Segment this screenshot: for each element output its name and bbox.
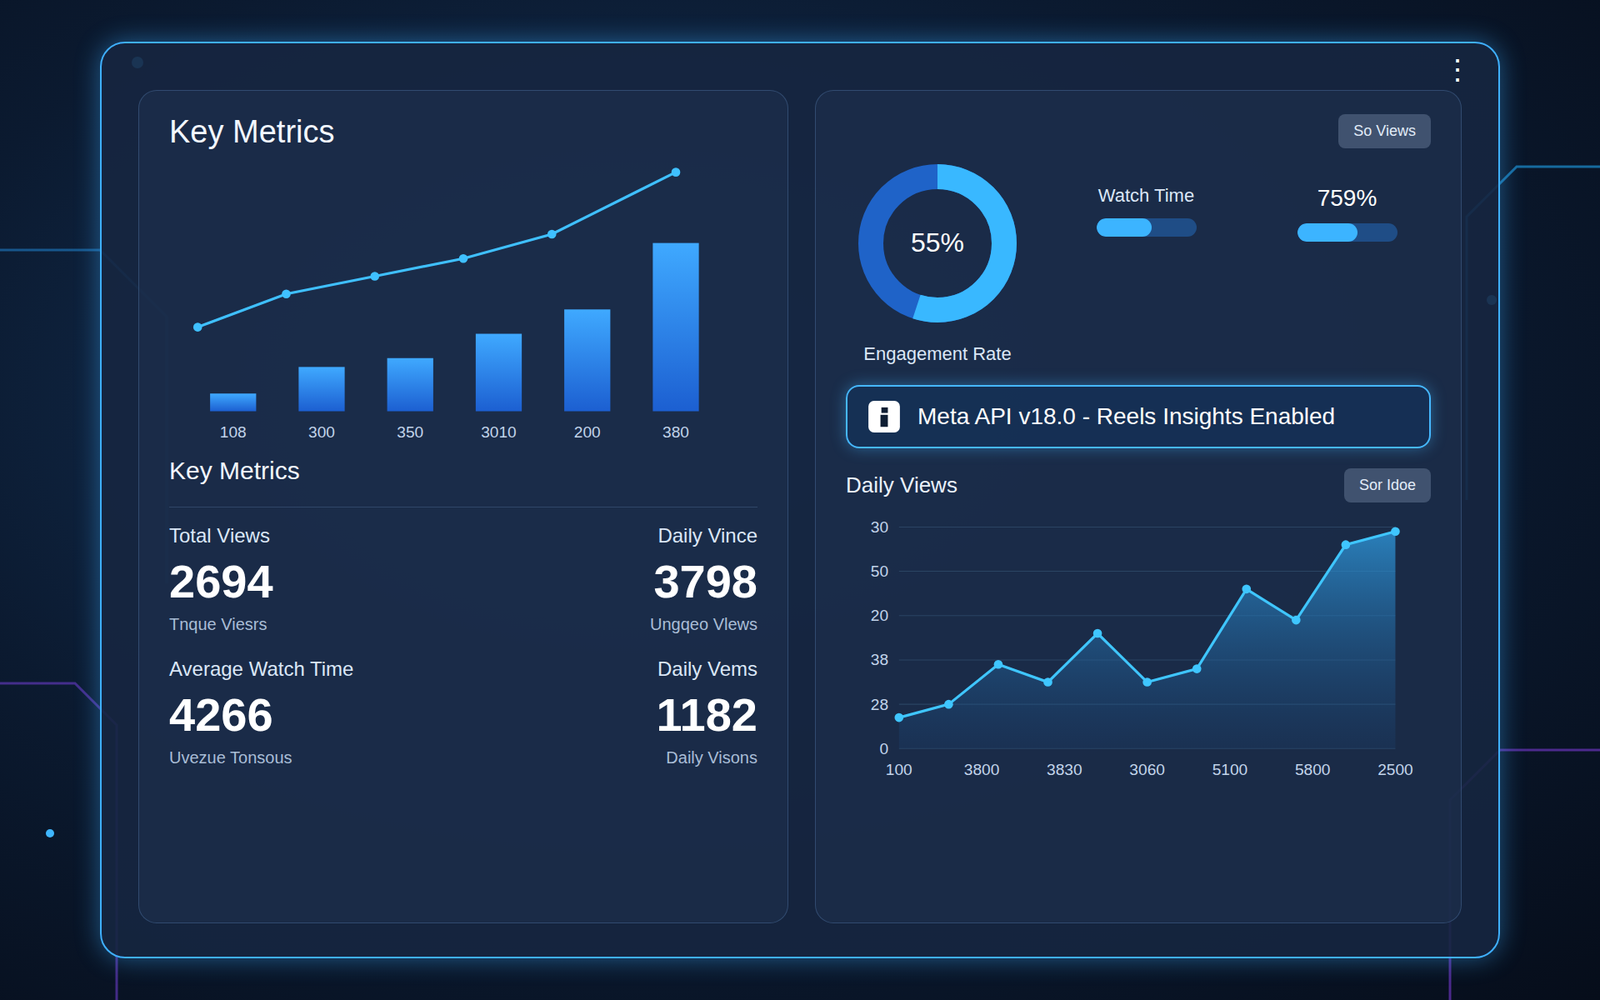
views-point [1093, 629, 1103, 639]
trend-line [197, 172, 676, 328]
metric-item: Daily Vince 3798 Ungqeo Vlews [473, 524, 758, 635]
stats-row: 55% Engagement Rate Watch Time 759% [845, 151, 1431, 365]
section-title: Key Metrics [169, 456, 758, 485]
y-axis-label: 30 [870, 518, 889, 536]
y-axis-label: 0 [879, 740, 889, 758]
percent-stat: 759% [1263, 151, 1431, 242]
chart-bar [387, 358, 434, 412]
engagement-donut: 55% [845, 151, 1030, 335]
trend-point [281, 289, 291, 299]
percent-value: 759% [1317, 185, 1378, 212]
trend-point [459, 254, 469, 264]
chart-bar [652, 243, 699, 412]
chart-bar [210, 393, 256, 411]
metric-label: Daily Vems [657, 657, 758, 681]
x-axis-label: 3800 [964, 760, 1000, 779]
y-axis-label: 28 [870, 695, 889, 714]
views-point [1241, 585, 1251, 595]
metric-label: Total Views [169, 524, 454, 548]
more-menu-button[interactable]: ⋮ [1436, 51, 1479, 87]
trend-point [370, 271, 380, 281]
metric-label: Average Watch Time [169, 657, 454, 681]
chart-bar [298, 366, 345, 411]
views-point [1142, 677, 1152, 687]
metric-label: Daily Vince [657, 524, 758, 548]
banner-text: Meta API v18.0 - Reels Insights Enabled [917, 403, 1335, 430]
watch-time-bar [1096, 218, 1197, 237]
metric-item: Total Views 2694 Tnque Viesrs [169, 524, 454, 635]
metric-value: 1182 [656, 687, 759, 742]
x-axis-label: 300 [308, 423, 335, 441]
dashboard-page: ⋮Key Metrics1083003503010200380Key Metri… [0, 0, 1600, 1000]
x-axis-label: 380 [662, 423, 690, 441]
daily-views-chart: 30 50 20 38 28 0 100 3800 3830 3060 5100 5800 2500 [845, 509, 1431, 785]
card-title: Key Metrics [169, 114, 758, 150]
trend-point [671, 167, 681, 177]
views-button[interactable]: So Views [1338, 114, 1431, 149]
metric-item: Average Watch Time 4266 Uvezue Tonsous [169, 657, 454, 768]
metric-caption: Ungqeo Vlews [650, 615, 758, 635]
views-point [895, 713, 905, 723]
watch-time-label: Watch Time [1098, 185, 1195, 207]
views-point [1291, 615, 1301, 625]
views-point [1043, 677, 1053, 687]
info-icon [867, 400, 901, 434]
trend-point [193, 322, 203, 332]
views-point [1341, 540, 1351, 550]
metric-item: Daily Vems 1182 Daily Visons [473, 657, 758, 768]
x-axis-label: 5100 [1212, 760, 1249, 779]
insights-card: So Views 55% Engagement Rate Watch Time 759%… [815, 90, 1462, 924]
metric-caption: Uvezue Tonsous [169, 748, 454, 768]
x-axis-label: 200 [574, 423, 601, 441]
key-metrics-card: Key Metrics 108 300 350 3010 200 380 Key Metric… [138, 90, 789, 924]
y-axis-label: 50 [870, 562, 889, 580]
views-point [944, 700, 954, 710]
x-axis-label: 2500 [1377, 760, 1414, 779]
daily-views-button[interactable]: Sor Idoe [1344, 468, 1431, 503]
metrics-grid: Total Views 2694 Tnque Viesrs Daily Vince 37… [169, 506, 758, 768]
growth-chart: 108 300 350 3010 200 380 [169, 163, 758, 447]
daily-views-title: Daily Views [845, 472, 958, 499]
chart-bar [475, 334, 522, 412]
engagement-label: Engagement Rate [863, 343, 1011, 365]
x-axis-label: 3060 [1129, 760, 1165, 779]
views-point [1390, 526, 1400, 536]
x-axis-label: 100 [885, 760, 913, 779]
svg-text:55%: 55% [910, 227, 965, 258]
x-axis-label: 350 [396, 423, 424, 441]
dashboard-frame: ⋮Key Metrics1083003503010200380Key Metri… [100, 41, 1500, 959]
metric-caption: Daily Visons [665, 748, 758, 768]
percent-bar [1297, 223, 1398, 242]
x-axis-label: 5800 [1295, 760, 1331, 779]
trend-point [547, 230, 557, 240]
views-point [994, 660, 1004, 670]
chart-bar [564, 309, 610, 411]
x-axis-label: 108 [220, 423, 247, 441]
metric-caption: Tnque Viesrs [169, 615, 454, 635]
metric-value: 3798 [653, 554, 758, 609]
views-area [899, 531, 1396, 750]
metric-value: 2694 [169, 554, 454, 609]
views-point [1192, 664, 1202, 674]
engagement-stat: 55% Engagement Rate [845, 151, 1030, 365]
y-axis-label: 20 [870, 606, 889, 625]
metric-value: 4266 [169, 687, 454, 742]
x-axis-label: 3010 [480, 423, 517, 441]
watch-time-stat: Watch Time [1062, 151, 1230, 237]
x-axis-label: 3830 [1046, 760, 1083, 779]
y-axis-label: 38 [870, 650, 889, 669]
views-line [899, 531, 1396, 718]
api-banner: Meta API v18.0 - Reels Insights Enabled [845, 385, 1431, 449]
